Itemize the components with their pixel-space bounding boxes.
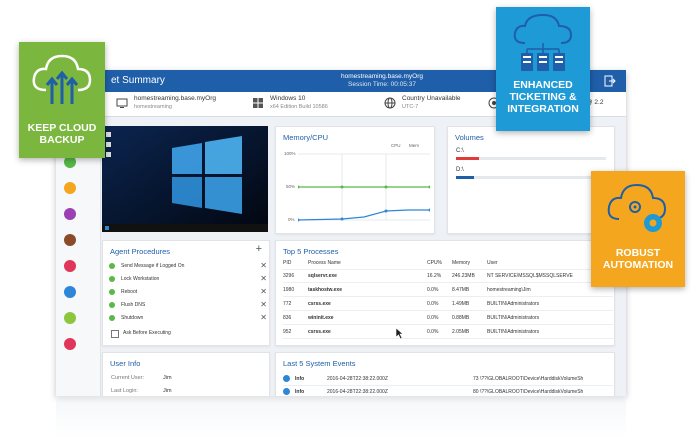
current-user-label: Current User: <box>111 375 145 381</box>
mouse-cursor-icon <box>396 328 404 339</box>
cpu-series-line <box>298 209 430 221</box>
globe-icon <box>384 97 396 109</box>
last-login-value: Jim <box>163 388 172 394</box>
cloud-upload-icon <box>32 54 92 104</box>
y-tick-50: 50% <box>286 184 296 189</box>
sidebar-item-chat[interactable] <box>64 338 76 350</box>
top-processes-title: Top 5 Processes <box>283 247 339 256</box>
page-title: et Summary <box>111 75 165 86</box>
add-procedure-button[interactable]: + <box>256 243 262 255</box>
procedure-send-message[interactable]: Send Message if Logged On ✕ <box>109 261 267 272</box>
table-row[interactable]: 3296 sqlservr.exe 16.2% 246.23MB NT SERV… <box>283 270 613 283</box>
keep-cloud-backup-label: KEEP CLOUD BACKUP <box>27 122 97 146</box>
memory-cpu-card: Memory/CPU CPU Mem 100% 50% 0% <box>275 126 435 234</box>
ask-before-executing-label: Ask Before Executing <box>123 330 171 336</box>
cloud-servers-icon <box>513 13 573 71</box>
info-os-name: Windows 10 <box>270 95 306 102</box>
memory-cpu-title: Memory/CPU <box>283 133 329 142</box>
cloud-gear-icon <box>607 183 667 232</box>
procedure-shutdown[interactable]: Shutdown ✕ <box>109 313 267 324</box>
y-tick-0: 0% <box>288 217 295 222</box>
processes-table: PID Process Name CPU% Memory User 3296 s… <box>283 257 613 343</box>
volumes-title: Volumes <box>455 133 484 142</box>
volume-d-label: D:\ <box>456 167 464 173</box>
desktop-wallpaper <box>102 126 268 232</box>
table-row[interactable]: 836 wininit.exe 0.0% 0.88MB BUILTIN\Admi… <box>283 312 613 325</box>
y-tick-100: 100% <box>284 151 296 156</box>
events-table: Info 2016-04-28T22:38:22.000Z 73 \??\GLO… <box>283 373 613 396</box>
session-time: Session Time: 00:05:37 <box>348 81 416 88</box>
volume-c-label: C:\ <box>456 148 464 154</box>
last-login-label: Last Login: <box>111 388 138 394</box>
robust-automation-label: ROBUST AUTOMATION <box>602 247 674 271</box>
enhanced-ticketing-badge: ENHANCED TICKETING & INTEGRATION <box>496 7 590 131</box>
info-country: Country Unavailable <box>402 95 461 102</box>
info-timezone: UTC-7 <box>402 104 419 110</box>
table-row[interactable]: 952 csrss.exe 0.0% 2.05MB BUILTIN\Admini… <box>283 326 613 339</box>
top-processes-card: Top 5 Processes PID Process Name CPU% Me… <box>275 240 615 346</box>
table-row[interactable]: 772 csrss.exe 0.0% 1.49MB BUILTIN\Admini… <box>283 298 613 311</box>
sidebar-item-orange[interactable] <box>64 182 76 194</box>
enhanced-ticketing-label: ENHANCED TICKETING & INTEGRATION <box>507 79 579 115</box>
info-machine-sub: homestreaming <box>134 104 172 110</box>
agent-procedures-title: Agent Procedures <box>110 247 171 256</box>
volume-c-fill <box>456 157 479 160</box>
play-icon <box>109 276 115 282</box>
windows-icon <box>253 98 263 108</box>
info-icon <box>283 375 290 382</box>
volume-d-bar <box>456 176 606 179</box>
play-icon <box>109 302 115 308</box>
sidebar <box>56 116 101 396</box>
play-icon <box>109 263 115 269</box>
sidebar-item-red[interactable] <box>64 260 76 272</box>
user-info-card: User Info Current User: Jim Last Login: … <box>102 352 270 396</box>
info-os-sub: x64 Edition Build 10586 <box>270 104 328 110</box>
keep-cloud-backup-badge: KEEP CLOUD BACKUP <box>19 42 105 158</box>
system-events-title: Last 5 System Events <box>283 359 356 368</box>
remote-desktop-preview[interactable] <box>102 126 268 232</box>
remove-icon[interactable]: ✕ <box>260 313 267 322</box>
volume-c-bar <box>456 157 606 160</box>
volumes-card: Volumes C:\ D:\ <box>447 126 615 234</box>
play-icon <box>109 315 115 321</box>
memory-cpu-chart <box>298 153 430 222</box>
procedure-flush-dns[interactable]: Flush DNS ✕ <box>109 300 267 311</box>
machine-name: homestreaming.base.myOrg <box>341 73 424 80</box>
table-header: PID Process Name CPU% Memory User <box>283 257 613 270</box>
sidebar-item-gear[interactable] <box>64 208 76 220</box>
current-user-value: Jim <box>163 375 172 381</box>
session-info: homestreaming.base.myOrg Session Time: 0… <box>341 73 423 89</box>
remove-icon[interactable]: ✕ <box>260 261 267 270</box>
user-info-title: User Info <box>110 359 141 368</box>
monitor-icon <box>116 98 128 108</box>
procedure-reboot[interactable]: Reboot ✕ <box>109 287 267 298</box>
sidebar-item-warning[interactable] <box>64 286 76 298</box>
reflection <box>56 396 626 439</box>
system-events-card: Last 5 System Events Info 2016-04-28T22:… <box>275 352 615 396</box>
table-row[interactable]: Info 2016-04-28T22:38:22.000Z 80 \??\GLO… <box>283 386 613 396</box>
info-machine-name: homestreaming.base.myOrg <box>134 95 217 102</box>
table-row[interactable]: 1980 taskhostw.exe 0.0% 8.47MB homestrea… <box>283 284 613 297</box>
play-icon <box>109 289 115 295</box>
robust-automation-badge: ROBUST AUTOMATION <box>591 171 685 287</box>
sidebar-item-notes[interactable] <box>64 312 76 324</box>
exit-icon[interactable] <box>604 75 616 87</box>
sidebar-item-network[interactable] <box>64 234 76 246</box>
remove-icon[interactable]: ✕ <box>260 274 267 283</box>
table-row[interactable]: Info 2016-04-28T22:38:22.000Z 73 \??\GLO… <box>283 373 613 386</box>
info-icon <box>283 388 290 395</box>
ask-before-executing-checkbox[interactable] <box>111 330 119 338</box>
volume-d-fill <box>456 176 474 179</box>
procedure-lock-workstation[interactable]: Lock Workstation ✕ <box>109 274 267 285</box>
remove-icon[interactable]: ✕ <box>260 300 267 309</box>
remove-icon[interactable]: ✕ <box>260 287 267 296</box>
agent-procedures-card: Agent Procedures + Send Message if Logge… <box>102 240 270 346</box>
